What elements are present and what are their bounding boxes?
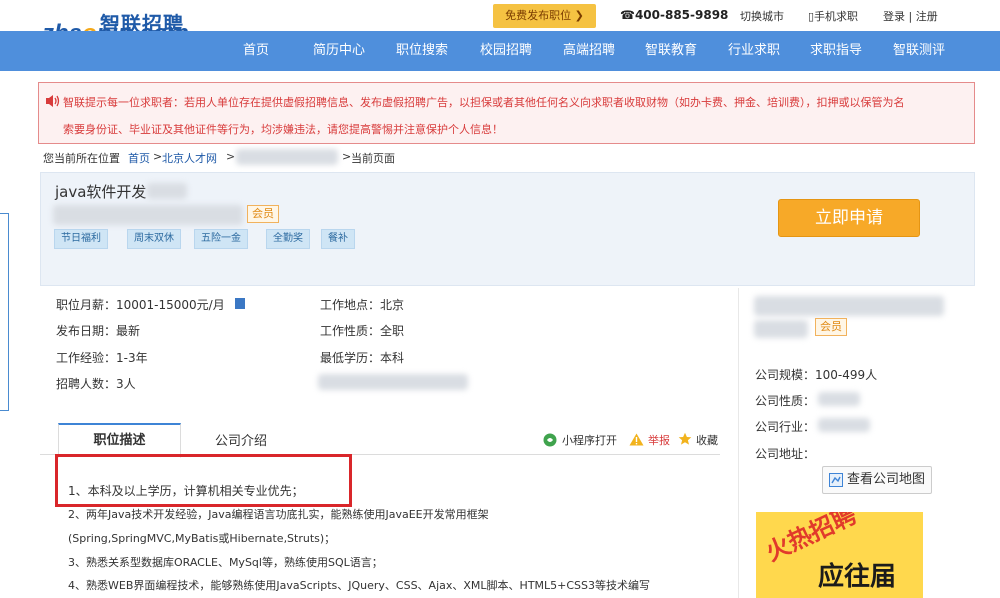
benefit-tag: 全勤奖 xyxy=(266,229,310,249)
notice-line-1: 智联提示每一位求职者：若用人单位存在提供虚假招聘信息、发布虚假招聘广告，以担保或… xyxy=(63,96,905,109)
salary-text: 职位月薪：10001-15000元/月 xyxy=(56,298,225,312)
experience: 工作经验：1-3年 xyxy=(56,351,148,365)
benefit-tag: 餐补 xyxy=(321,229,355,249)
work-nature: 工作性质：全职 xyxy=(320,324,405,338)
tab-job-description[interactable]: 职位描述 xyxy=(58,423,181,458)
benefit-tag: 节日福利 xyxy=(54,229,108,249)
nav-item-guidance[interactable]: 求职指导 xyxy=(810,31,862,71)
nav-item-job-search[interactable]: 职位搜索 xyxy=(396,31,448,71)
breadcrumb-separator: > xyxy=(226,150,236,163)
breadcrumb-city[interactable]: 北京人才网 xyxy=(162,150,217,166)
nav-item-senior[interactable]: 高端招聘 xyxy=(563,31,615,71)
breadcrumb-home[interactable]: 首页 xyxy=(128,150,150,166)
description-line: (Spring,SpringMVC,MyBatis或Hibernate,Stru… xyxy=(68,532,336,545)
redacted-company-name xyxy=(754,320,808,338)
map-button-label: 查看公司地图 xyxy=(847,472,926,487)
salary: 职位月薪：10001-15000元/月 xyxy=(56,296,245,313)
apply-now-button[interactable]: 立即申请 xyxy=(778,199,920,237)
headcount: 招聘人数：3人 xyxy=(56,377,136,391)
open-mini-program-link[interactable]: 小程序打开 xyxy=(562,432,617,448)
notice-text: 智联提示每一位求职者：若用人单位存在提供虚假招聘信息、发布虚假招聘广告，以担保或… xyxy=(63,89,968,143)
hotline: ☎400-885-9898 xyxy=(620,8,729,22)
description-line: 4、熟悉WEB界面编程技术，能够熟练使用JavaScripts、JQuery、C… xyxy=(68,579,651,592)
notice-line-2: 索要身份证、毕业证及其他证件等行为，均涉嫌违法，请您提高警惕并注意保护个人信息！ xyxy=(63,123,503,136)
nav-item-campus[interactable]: 校园招聘 xyxy=(480,31,532,71)
login-register-link[interactable]: 登录 | 注册 xyxy=(883,8,938,24)
benefit-tag: 五险一金 xyxy=(194,229,248,249)
warning-icon xyxy=(629,433,644,446)
nav-item-education[interactable]: 智联教育 xyxy=(645,31,697,71)
safety-notice: 智联提示每一位求职者：若用人单位存在提供虚假招聘信息、发布虚假招聘广告，以担保或… xyxy=(38,82,975,144)
star-icon xyxy=(678,432,692,445)
speaker-icon xyxy=(46,95,60,107)
redacted-company-name xyxy=(53,205,243,225)
member-badge: 会员 xyxy=(247,205,279,223)
mobile-job-link[interactable]: ▯手机求职 xyxy=(808,8,858,24)
nav-item-assessment[interactable]: 智联测评 xyxy=(893,31,945,71)
nav-item-resume[interactable]: 简历中心 xyxy=(313,31,365,71)
description-line: 2、两年Java技术开发经验，Java编程语言功底扎实，能熟练使用JavaEE开… xyxy=(68,508,489,521)
company-industry: 公司行业： xyxy=(755,420,816,434)
company-size: 公司规模：100-499人 xyxy=(755,368,878,382)
benefit-tag: 周末双休 xyxy=(127,229,181,249)
company-address: 公司地址： xyxy=(755,447,816,461)
report-link[interactable]: 举报 xyxy=(648,432,670,448)
main-nav: 首页 简历中心 职位搜索 校园招聘 高端招聘 智联教育 行业求职 求职指导 智联… xyxy=(0,31,1000,71)
map-icon xyxy=(829,473,843,487)
mini-program-icon xyxy=(543,433,557,447)
redacted-field xyxy=(318,374,468,390)
highlight-box xyxy=(55,454,352,507)
recruitment-ad-banner[interactable]: 火热招聘 应往届 xyxy=(756,512,923,598)
free-post-job-button[interactable]: 免费发布职位 ❯ xyxy=(493,4,596,28)
redacted-field xyxy=(818,392,860,406)
tab-company-intro[interactable]: 公司介绍 xyxy=(215,430,267,449)
publish-date: 发布日期：最新 xyxy=(56,324,141,338)
company-member-badge: 会员 xyxy=(815,318,847,336)
nav-item-industry[interactable]: 行业求职 xyxy=(728,31,780,71)
nav-item-home[interactable]: 首页 xyxy=(243,31,269,71)
switch-city-link[interactable]: 切换城市 xyxy=(740,8,784,24)
breadcrumb-separator: > xyxy=(342,150,352,163)
breadcrumb-prefix: 您当前所在位置 xyxy=(43,152,120,165)
side-float-panel[interactable] xyxy=(0,213,9,411)
min-education: 最低学历：本科 xyxy=(320,351,405,365)
redacted-title xyxy=(147,183,187,199)
company-nature: 公司性质： xyxy=(755,394,816,408)
redacted-field xyxy=(818,418,870,432)
breadcrumb-separator: > xyxy=(153,150,163,163)
redacted-breadcrumb xyxy=(236,149,338,165)
breadcrumb-current: 当前页面 xyxy=(351,152,395,165)
description-line: 3、熟悉关系型数据库ORACLE、MySql等，熟练使用SQL语言； xyxy=(68,556,383,569)
ad-main-text: 应往届 xyxy=(818,562,897,592)
favorite-link[interactable]: 收藏 xyxy=(696,432,718,448)
calculator-icon[interactable] xyxy=(234,298,245,309)
redacted-company-name xyxy=(754,296,944,316)
work-location: 工作地点：北京 xyxy=(320,298,405,312)
job-header-card: java软件开发 会员 节日福利 周末双休 五险一金 全勤奖 餐补 立即申请 xyxy=(40,172,975,286)
job-title: java软件开发 xyxy=(55,183,147,201)
view-company-map-button[interactable]: 查看公司地图 xyxy=(822,466,932,494)
